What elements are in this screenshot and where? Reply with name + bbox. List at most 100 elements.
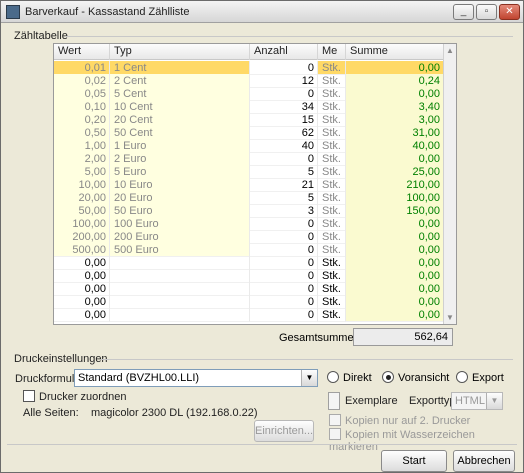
table-row[interactable]: 20,00 20 Euro 5 Stk. 100,00 [54, 191, 444, 205]
cell-anzahl[interactable]: 40 [250, 139, 318, 153]
table-row[interactable]: 0,10 10 Cent 34 Stk. 3,40 [54, 100, 444, 114]
chevron-down-icon[interactable]: ▼ [486, 393, 502, 409]
radio-direkt[interactable]: Direkt [327, 371, 372, 384]
table-row[interactable]: 2,00 2 Euro 0 Stk. 0,00 [54, 152, 444, 166]
table-row[interactable]: 500,00 500 Euro 0 Stk. 0,00 [54, 243, 444, 257]
cell-anzahl[interactable]: 0 [250, 295, 318, 309]
table-row[interactable]: 5,00 5 Euro 5 Stk. 25,00 [54, 165, 444, 179]
table-row[interactable]: 0,00 0 Stk. 0,00 [54, 269, 444, 283]
count-table[interactable]: Wert Typ Anzahl Me Summe 0,01 1 Cent 0 Stk.… [53, 43, 457, 325]
copies-second-only-checkbox[interactable]: Kopien nur auf 2. Drucker [329, 414, 470, 427]
cell-anzahl[interactable]: 3 [250, 204, 318, 218]
cell-summe: 0,00 [346, 217, 444, 231]
table-row[interactable]: 100,00 100 Euro 0 Stk. 0,00 [54, 217, 444, 231]
cell-typ [110, 295, 250, 309]
cell-wert: 0,20 [54, 113, 110, 127]
cell-me: Stk. [318, 61, 346, 75]
table-row[interactable]: 10,00 10 Euro 21 Stk. 210,00 [54, 178, 444, 192]
cell-me: Stk. [318, 295, 346, 309]
cell-anzahl[interactable]: 21 [250, 178, 318, 192]
radio-voransicht-label: Voransicht [398, 372, 450, 384]
scroll-up-icon[interactable]: ▲ [446, 46, 454, 55]
export-type-select[interactable]: HTML ▼ [451, 392, 503, 410]
table-row[interactable]: 0,20 20 Cent 15 Stk. 3,00 [54, 113, 444, 127]
print-form-select[interactable]: Standard (BVZHL00.LLI) ▼ [74, 369, 318, 387]
table-row[interactable]: 0,01 1 Cent 0 Stk. 0,00 [54, 61, 444, 75]
cell-summe: 0,00 [346, 243, 444, 257]
radio-voransicht[interactable]: Voransicht [382, 371, 449, 384]
radio-export[interactable]: Export [456, 371, 504, 384]
table-row[interactable]: 0,00 0 Stk. 0,00 [54, 256, 444, 270]
assign-printer-checkbox[interactable]: Drucker zuordnen [23, 390, 126, 403]
cell-anzahl[interactable]: 0 [250, 256, 318, 270]
cell-anzahl[interactable]: 0 [250, 152, 318, 166]
column-header-anzahl[interactable]: Anzahl [250, 44, 318, 60]
cell-typ [110, 269, 250, 283]
cell-typ: 20 Euro [110, 191, 250, 205]
cell-typ: 500 Euro [110, 243, 250, 257]
table-scrollbar[interactable]: ▲ ▼ [443, 44, 456, 324]
column-header-wert[interactable]: Wert [54, 44, 110, 60]
cell-wert: 2,00 [54, 152, 110, 166]
copies-spinner[interactable] [328, 392, 340, 410]
checkbox-icon [23, 390, 35, 402]
table-row[interactable]: 50,00 50 Euro 3 Stk. 150,00 [54, 204, 444, 218]
column-header-summe[interactable]: Summe [346, 44, 444, 60]
copies-label: Exemplare [345, 395, 398, 407]
cell-me: Stk. [318, 217, 346, 231]
cell-anzahl[interactable]: 0 [250, 243, 318, 257]
scroll-down-icon[interactable]: ▼ [446, 313, 454, 322]
title-bar[interactable]: Barverkauf - Kassastand Zählliste _ ▫ ✕ [1, 1, 523, 23]
column-header-me[interactable]: Me [318, 44, 346, 60]
cell-anzahl[interactable]: 5 [250, 165, 318, 179]
cell-anzahl[interactable]: 5 [250, 191, 318, 205]
minimize-button[interactable]: _ [453, 4, 474, 20]
table-row[interactable]: 0,05 5 Cent 0 Stk. 0,00 [54, 87, 444, 101]
cell-typ: 50 Cent [110, 126, 250, 140]
table-row[interactable]: 1,00 1 Euro 40 Stk. 40,00 [54, 139, 444, 153]
cell-anzahl[interactable]: 0 [250, 217, 318, 231]
cell-wert: 50,00 [54, 204, 110, 218]
assign-printer-label: Drucker zuordnen [39, 391, 127, 403]
cell-anzahl[interactable]: 0 [250, 61, 318, 75]
total-value: 562,64 [353, 328, 453, 346]
divider [65, 36, 513, 37]
column-header-typ[interactable]: Typ [110, 44, 250, 60]
cell-anzahl[interactable]: 0 [250, 230, 318, 244]
table-row[interactable]: 200,00 200 Euro 0 Stk. 0,00 [54, 230, 444, 244]
cell-wert: 5,00 [54, 165, 110, 179]
cell-me: Stk. [318, 256, 346, 270]
cell-anzahl[interactable]: 0 [250, 282, 318, 296]
cell-me: Stk. [318, 308, 346, 322]
cell-typ: 10 Euro [110, 178, 250, 192]
cancel-button[interactable]: Abbrechen [453, 450, 515, 472]
table-row[interactable]: 0,02 2 Cent 12 Stk. 0,24 [54, 74, 444, 88]
cell-anzahl[interactable]: 0 [250, 308, 318, 322]
cell-wert: 0,00 [54, 256, 110, 270]
setup-button[interactable]: Einrichten... [254, 420, 314, 442]
table-section-label: Zähltabelle [14, 30, 68, 42]
maximize-button[interactable]: ▫ [476, 4, 497, 20]
cell-summe: 0,00 [346, 152, 444, 166]
divider [101, 359, 513, 360]
cell-anzahl[interactable]: 34 [250, 100, 318, 114]
table-row[interactable]: 0,00 0 Stk. 0,00 [54, 282, 444, 296]
cell-anzahl[interactable]: 15 [250, 113, 318, 127]
close-button[interactable]: ✕ [499, 4, 520, 20]
cell-anzahl[interactable]: 0 [250, 87, 318, 101]
dialog-window: Barverkauf - Kassastand Zählliste _ ▫ ✕ … [0, 0, 524, 473]
cell-me: Stk. [318, 230, 346, 244]
table-row[interactable]: 0,00 0 Stk. 0,00 [54, 308, 444, 322]
table-row[interactable]: 0,00 0 Stk. 0,00 [54, 295, 444, 309]
cell-anzahl[interactable]: 12 [250, 74, 318, 88]
table-row[interactable]: 0,50 50 Cent 62 Stk. 31,00 [54, 126, 444, 140]
radio-export-label: Export [472, 372, 504, 384]
cell-typ [110, 308, 250, 322]
cell-anzahl[interactable]: 0 [250, 269, 318, 283]
cell-me: Stk. [318, 243, 346, 257]
chevron-down-icon[interactable]: ▼ [301, 370, 317, 386]
start-button[interactable]: Start [381, 450, 447, 472]
cell-anzahl[interactable]: 62 [250, 126, 318, 140]
app-icon [6, 5, 20, 19]
cell-me: Stk. [318, 178, 346, 192]
